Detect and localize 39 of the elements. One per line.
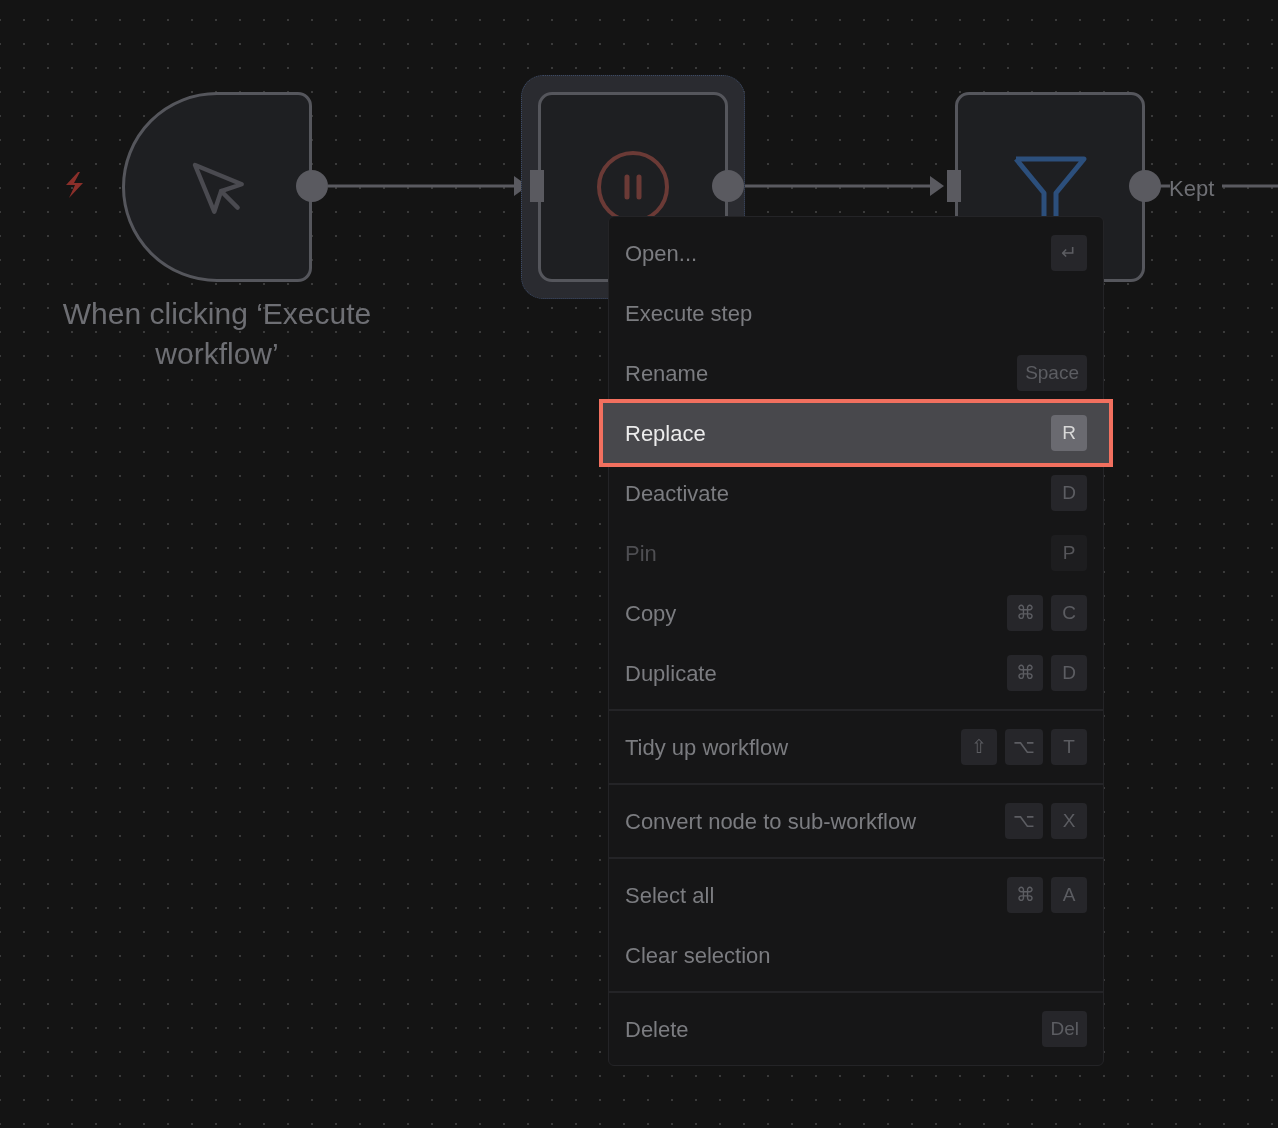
shortcut-key: P xyxy=(1051,535,1087,571)
menu-item[interactable]: Convert node to sub-workflow ⌥ X xyxy=(609,791,1103,851)
shortcut-key: X xyxy=(1051,803,1087,839)
shortcut-key: D xyxy=(1051,475,1087,511)
shortcut-key: ↵ xyxy=(1051,235,1087,271)
menu-item[interactable]: Rename Space xyxy=(609,343,1103,403)
menu-item[interactable]: Copy ⌘ C xyxy=(609,583,1103,643)
menu-item[interactable]: Execute step xyxy=(609,283,1103,343)
menu-item[interactable]: Tidy up workflow ⇧ ⌥ T xyxy=(609,717,1103,777)
shortcut-key: D xyxy=(1051,655,1087,691)
output-port[interactable] xyxy=(296,170,328,202)
menu-item[interactable]: Select all ⌘ A xyxy=(609,865,1103,925)
menu-item[interactable]: Deactivate D xyxy=(609,463,1103,523)
shortcut-key: ⌘ xyxy=(1007,655,1043,691)
shortcut-key: ⌘ xyxy=(1007,877,1043,913)
shortcut-key: C xyxy=(1051,595,1087,631)
input-port[interactable] xyxy=(530,170,544,202)
shortcut-key: A xyxy=(1051,877,1087,913)
connection-line xyxy=(1222,184,1278,188)
shortcut-key: Del xyxy=(1042,1011,1087,1047)
input-port[interactable] xyxy=(947,170,961,202)
shortcut-key: R xyxy=(1051,415,1087,451)
output-port[interactable] xyxy=(1129,170,1161,202)
shortcut-key: ⌥ xyxy=(1005,803,1043,839)
shortcut-key: ⇧ xyxy=(961,729,997,765)
shortcut-key: T xyxy=(1051,729,1087,765)
shortcut-key: ⌥ xyxy=(1005,729,1043,765)
menu-item[interactable]: Clear selection xyxy=(609,925,1103,985)
lightning-icon xyxy=(66,172,83,198)
menu-item[interactable]: Open... ↵ xyxy=(609,223,1103,283)
connection-line xyxy=(1160,184,1170,188)
funnel-icon xyxy=(1012,155,1088,219)
shortcut-key: ⌘ xyxy=(1007,595,1043,631)
menu-item[interactable]: Duplicate ⌘ D xyxy=(609,643,1103,703)
workflow-node[interactable] xyxy=(122,92,312,282)
edge-label: Kept xyxy=(1169,175,1215,203)
node-label: When clicking ‘Execute workflow’ xyxy=(61,296,373,372)
shortcut-key: Space xyxy=(1017,355,1087,391)
menu-item[interactable]: Delete Del xyxy=(609,999,1103,1059)
